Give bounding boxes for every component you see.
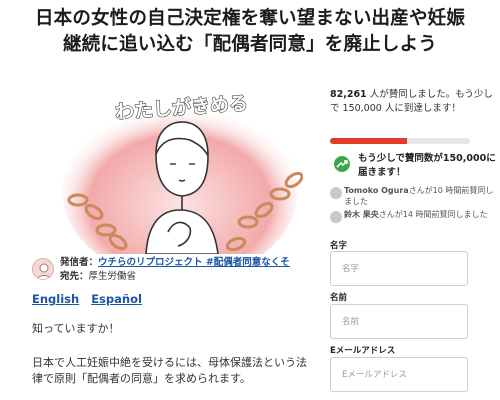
sender-from-label: 発信者： [60, 257, 99, 268]
email-field-box [330, 357, 468, 392]
trending-up-icon [334, 156, 350, 172]
language-link-english[interactable]: English [32, 292, 79, 306]
signature-goal-callout: もう少しで賛同数が150,000に届きます！ [330, 152, 498, 182]
sender-block: 発信者：ウチらのリプロジェクト #配偶者同意なくそ 宛先：厚生労働省 [32, 255, 312, 287]
first-name-field-box [330, 251, 468, 286]
sender-to-label: 宛先： [60, 271, 89, 282]
sender-to: 宛先：厚生労働省 [60, 270, 136, 283]
signature-progress-fill [330, 138, 407, 144]
signature-goal-text: もう少しで賛同数が150,000に届きます！ [358, 153, 496, 178]
signature-progress-bar [330, 138, 470, 144]
recent-signer-name: Tomoko Ogura [344, 186, 409, 195]
petition-title: 日本の女性の自己決定権を奪い望まない出産や妊娠 継続に追い込む「配偶者同意」を廃… [0, 6, 500, 58]
language-links: English Español [32, 292, 154, 306]
recent-signer-name: 鈴木 果央 [344, 210, 379, 219]
email-label: Eメールアドレス [330, 346, 396, 356]
first-name-label: 名字 [330, 241, 348, 251]
avatar [330, 211, 342, 223]
sender-avatar[interactable] [32, 258, 54, 280]
petition-hero-image: わたしがきめる [58, 82, 303, 254]
recent-signer-action: さんが14 時間前賛同しました [378, 210, 488, 219]
last-name-field[interactable] [331, 305, 467, 338]
avatar [330, 187, 342, 199]
email-field[interactable] [331, 358, 467, 391]
signature-count-number: 82,261 [330, 89, 367, 100]
language-link-espanol[interactable]: Español [91, 292, 142, 306]
body-paragraph-2: 日本で人工妊娠中絶を受けるには、母体保護法という法律で原則「配偶者の同意」を求め… [32, 356, 307, 385]
hero-illustration: わたしがきめる [58, 82, 303, 254]
body-paragraph-1: 知っていますか！ [32, 322, 120, 335]
last-name-label: 名前 [330, 293, 348, 303]
petition-title-line2: 継続に追い込む「配偶者同意」を廃止しよう [62, 34, 437, 55]
sender-from: 発信者：ウチらのリプロジェクト #配偶者同意なくそ [60, 256, 290, 269]
first-name-field[interactable] [331, 252, 467, 285]
sender-to-name: 厚生労働省 [88, 271, 137, 282]
recent-signer: 鈴木 果央さんが14 時間前賛同しました [330, 209, 498, 223]
last-name-field-box [330, 304, 468, 339]
sender-name-link[interactable]: ウチらのリプロジェクト #配偶者同意なくそ [98, 257, 290, 268]
recent-signer: Tomoko Oguraさんが10 時間前賛同しました [330, 185, 498, 207]
petition-title-line1: 日本の女性の自己決定権を奪い望まない出産や妊娠 [34, 8, 466, 29]
signature-count: 82,261 人が賛同しました。もう少しで 150,000 人に到達します！ [330, 88, 498, 116]
